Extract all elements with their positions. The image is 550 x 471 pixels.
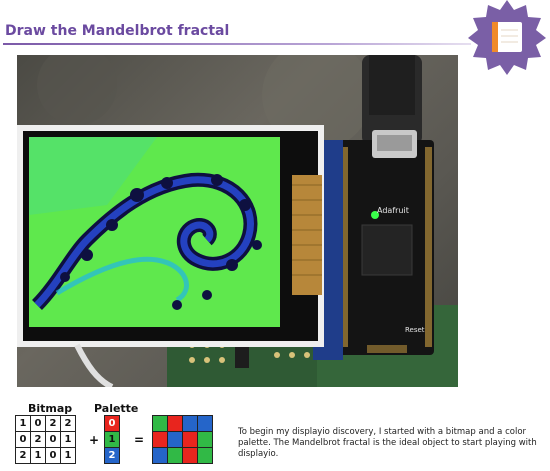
title-divider (3, 43, 471, 45)
palette-grid: 0 1 2 (104, 415, 120, 464)
bitmap-cell: 0 (15, 431, 31, 448)
result-cell (167, 431, 183, 448)
result-cell (182, 447, 198, 464)
book-icon (468, 0, 546, 75)
palette-cell: 0 (104, 415, 120, 432)
result-cell (182, 415, 198, 432)
bitmap-grid: 1 0 2 2 0 2 0 1 2 1 0 1 (15, 415, 76, 464)
palette-label: Palette (94, 402, 139, 415)
result-cell (197, 415, 213, 432)
result-cell (167, 415, 183, 432)
bitmap-label: Bitmap (28, 402, 73, 415)
result-cell (152, 447, 168, 464)
bitmap-cell: 0 (45, 431, 61, 448)
result-cell (182, 431, 198, 448)
bitmap-cell: 2 (30, 431, 46, 448)
equals-sign: = (134, 433, 145, 447)
result-grid (152, 415, 213, 464)
result-cell (197, 447, 213, 464)
result-cell (167, 447, 183, 464)
bitmap-cell: 2 (15, 447, 31, 464)
bitmap-cell: 2 (45, 415, 61, 432)
page-title: Draw the Mandelbrot fractal (5, 23, 230, 39)
result-cell (152, 415, 168, 432)
result-cell (197, 431, 213, 448)
bitmap-cell: 0 (45, 447, 61, 464)
mandelbrot-photo: Adafruit Reset (17, 55, 458, 387)
bitmap-cell: 1 (15, 415, 31, 432)
bitmap-cell: 1 (30, 447, 46, 464)
plus-sign: + (89, 433, 100, 447)
bitmap-cell: 2 (60, 415, 76, 432)
board-label: Adafruit (377, 206, 409, 215)
bitmap-cell: 1 (60, 447, 76, 464)
palette-cell: 2 (104, 447, 120, 464)
description-text: To begin my displayio discovery, I start… (238, 427, 537, 459)
reset-label: Reset (405, 326, 425, 334)
result-cell (152, 431, 168, 448)
palette-cell: 1 (104, 431, 120, 448)
bitmap-cell: 0 (30, 415, 46, 432)
bitmap-cell: 1 (60, 431, 76, 448)
